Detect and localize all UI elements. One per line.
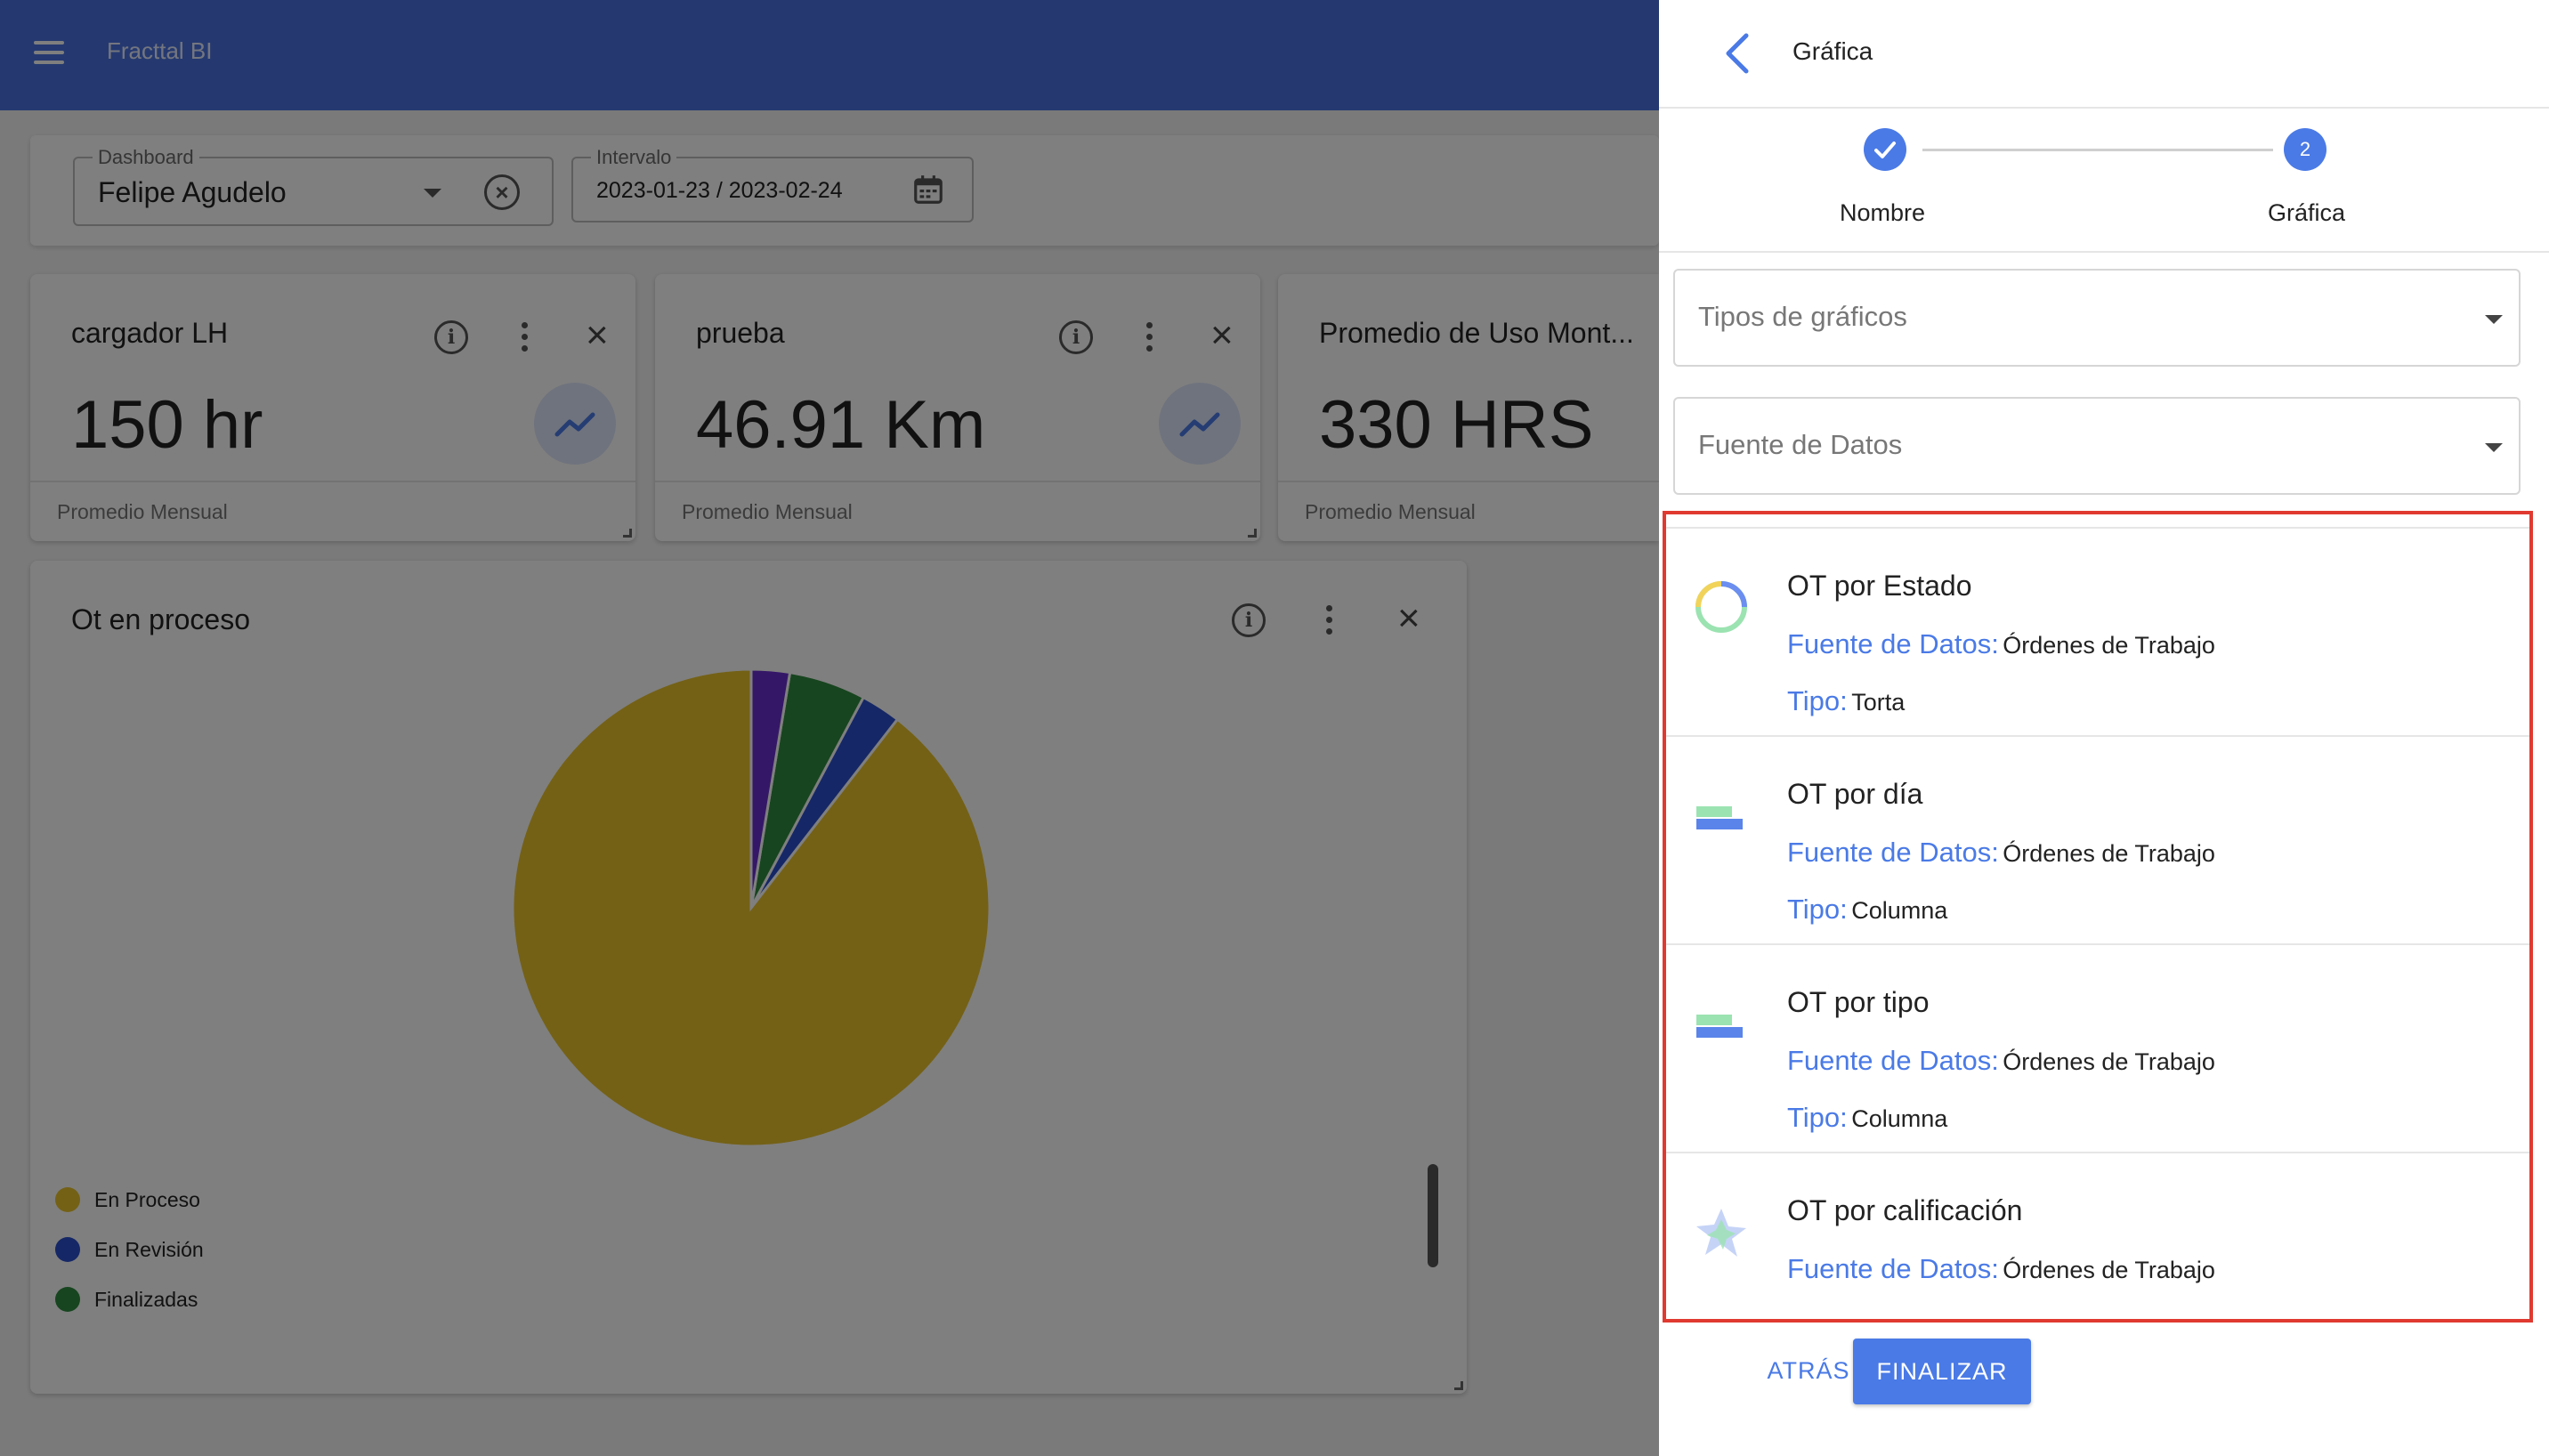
chart-option-name: OT por tipo xyxy=(1787,986,1930,1018)
panel-title: Gráfica xyxy=(1792,37,1873,65)
chart-option-type: Tipo: Torta xyxy=(1787,685,1905,717)
type-value: Torta xyxy=(1851,689,1906,716)
chart-options-list[interactable]: OT por Estado Fuente de Datos: Órdenes d… xyxy=(1666,527,2529,1319)
source-label: Fuente de Datos: xyxy=(1787,628,1999,659)
step-2-label: Gráfica xyxy=(2268,199,2346,226)
source-value: Órdenes de Trabajo xyxy=(2003,840,2215,867)
source-value: Órdenes de Trabajo xyxy=(2003,1257,2215,1283)
type-value: Columna xyxy=(1851,1105,1948,1132)
type-label: Tipo: xyxy=(1787,685,1848,716)
chart-options-list-highlight: OT por Estado Fuente de Datos: Órdenes d… xyxy=(1663,511,2533,1323)
chart-option-source: Fuente de Datos: Órdenes de Trabajo xyxy=(1787,837,2215,869)
back-arrow-icon[interactable] xyxy=(1716,27,1760,80)
chart-type-select[interactable]: Tipos de gráficos xyxy=(1673,269,2521,367)
chart-option-type: Tipo: Columna xyxy=(1787,1102,1947,1134)
data-source-select[interactable]: Fuente de Datos xyxy=(1673,397,2521,495)
stepper-connector xyxy=(1922,149,2273,151)
type-value: Columna xyxy=(1851,897,1948,924)
modal-backdrop[interactable] xyxy=(0,0,1659,1456)
chart-option-source: Fuente de Datos: Órdenes de Trabajo xyxy=(1787,628,2215,660)
chart-option-source: Fuente de Datos: Órdenes de Trabajo xyxy=(1787,1045,2215,1077)
source-label: Fuente de Datos: xyxy=(1787,837,1999,868)
chart-option-item[interactable]: OT por calificación Fuente de Datos: Órd… xyxy=(1666,1153,2529,1319)
source-label: Fuente de Datos: xyxy=(1787,1045,1999,1076)
chart-type-placeholder: Tipos de gráficos xyxy=(1698,301,1907,332)
chart-option-item[interactable]: OT por día Fuente de Datos: Órdenes de T… xyxy=(1666,737,2529,945)
chart-option-item[interactable]: OT por Estado Fuente de Datos: Órdenes d… xyxy=(1666,529,2529,737)
type-label: Tipo: xyxy=(1787,1102,1848,1133)
chart-option-name: OT por día xyxy=(1787,778,1923,810)
panel-header: Gráfica xyxy=(1659,0,2549,109)
step-1-check-icon[interactable] xyxy=(1864,128,1906,171)
chart-option-name: OT por calificación xyxy=(1787,1194,2023,1226)
caret-down-icon xyxy=(2485,315,2503,324)
back-button[interactable]: ATRÁS xyxy=(1748,1344,1869,1397)
type-label: Tipo: xyxy=(1787,894,1848,925)
source-value: Órdenes de Trabajo xyxy=(2003,632,2215,659)
side-panel: Gráfica 2 Nombre Gráfica Tipos de gráfic… xyxy=(1659,0,2549,1456)
radar-chart-icon xyxy=(1696,1209,1746,1257)
bar-chart-icon xyxy=(1696,1015,1743,1038)
stepper: 2 Nombre Gráfica xyxy=(1659,110,2549,253)
step-1-label: Nombre xyxy=(1840,199,1926,226)
chart-option-source: Fuente de Datos: Órdenes de Trabajo xyxy=(1787,1253,2215,1285)
bar-chart-icon xyxy=(1696,806,1743,829)
source-value: Órdenes de Trabajo xyxy=(2003,1048,2215,1075)
chart-option-type: Tipo: Columna xyxy=(1787,894,1947,926)
source-label: Fuente de Datos: xyxy=(1787,1253,1999,1284)
data-source-placeholder: Fuente de Datos xyxy=(1698,429,1903,460)
finish-button[interactable]: FINALIZAR xyxy=(1853,1339,2031,1404)
chart-option-name: OT por Estado xyxy=(1787,570,1972,602)
caret-down-icon xyxy=(2485,443,2503,452)
chart-option-item[interactable]: OT por tipo Fuente de Datos: Órdenes de … xyxy=(1666,945,2529,1153)
donut-chart-icon xyxy=(1695,581,1747,633)
step-2-number[interactable]: 2 xyxy=(2284,128,2326,171)
